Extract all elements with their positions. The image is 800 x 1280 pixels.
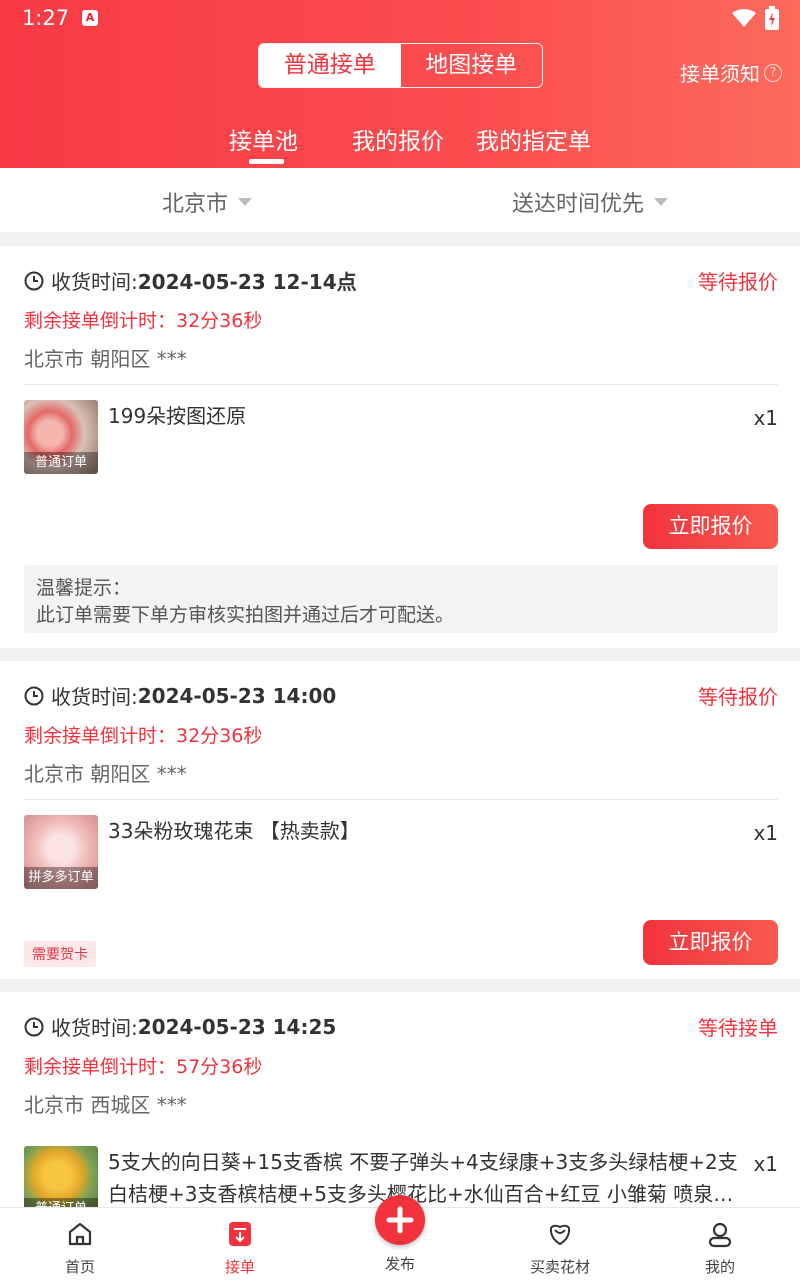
order-notice-link[interactable]: 接单须知 ? <box>680 58 782 87</box>
nav-item-home[interactable]: 首页 <box>20 1208 140 1280</box>
product-quantity: x1 <box>753 1152 778 1176</box>
product-quantity: x1 <box>753 406 778 430</box>
clock-icon <box>24 271 44 290</box>
warm-tip: 温馨提示： 此订单需要下单方审核实拍图并通过后才可配送。 <box>24 565 778 633</box>
caret-down-icon <box>238 198 253 206</box>
nav-label-publish: 发布 <box>384 1255 415 1273</box>
flower-icon <box>549 1224 571 1246</box>
active-tab-indicator <box>249 159 284 164</box>
plus-icon <box>386 1206 414 1234</box>
quote-now-button[interactable]: 立即报价 <box>643 504 778 549</box>
greeting-card-badge: 需要贺卡 <box>24 941 96 967</box>
nav-label-home: 首页 <box>64 1258 95 1276</box>
order-type-label: 普通订单 <box>24 452 98 474</box>
delivery-time-label: 收货时间: <box>51 1016 138 1040</box>
product-quantity: x1 <box>753 821 778 845</box>
tab-order-pool[interactable]: 接单池 <box>229 122 298 156</box>
nav-item-orders[interactable]: 接单 <box>180 1208 300 1280</box>
countdown-text: 剩余接单倒计时：32分36秒 <box>24 725 263 747</box>
order-card[interactable]: 收货时间: 2024-05-23 12-14点 等待报价 剩余接单倒计时：32分… <box>0 246 800 648</box>
delivery-time-value: 2024-05-23 14:00 <box>137 683 337 708</box>
quote-now-button[interactable]: 立即报价 <box>643 920 778 965</box>
nav-label-flower-market: 买卖花材 <box>529 1258 590 1276</box>
order-tabs: 接单池 我的报价 我的指定单 <box>0 118 800 168</box>
tab-my-assigned[interactable]: 我的指定单 <box>476 122 591 156</box>
status-time: 1:27 <box>22 6 70 30</box>
order-card[interactable]: 收货时间: 2024-05-23 14:00 等待报价 剩余接单倒计时：32分3… <box>0 661 800 979</box>
order-status: 等待报价 <box>698 270 778 294</box>
product-thumbnail[interactable]: 普通订单 <box>24 1146 98 1207</box>
delivery-address: 北京市 朝阳区 *** <box>24 347 187 371</box>
sort-filter-label: 送达时间优先 <box>512 192 645 217</box>
delivery-address: 北京市 朝阳区 *** <box>24 762 187 786</box>
order-status: 等待报价 <box>698 685 778 709</box>
nav-label-mine: 我的 <box>704 1258 735 1276</box>
order-icon <box>229 1222 251 1246</box>
delivery-time: 收货时间: 2024-05-23 12-14点 <box>24 266 357 295</box>
header: 1:27 A 普通接单 地图接单 接单须知 ? 接单池 我的报价 我的指定单 <box>0 0 800 168</box>
delivery-address: 北京市 西城区 *** <box>24 1093 187 1117</box>
wifi-icon <box>732 9 756 27</box>
tab-my-quotes[interactable]: 我的报价 <box>352 122 444 156</box>
segment-map-orders[interactable]: 地图接单 <box>401 44 543 87</box>
help-icon: ? <box>764 63 782 82</box>
delivery-time: 收货时间: 2024-05-23 14:00 <box>24 681 336 710</box>
city-filter-label: 北京市 <box>162 192 229 217</box>
home-icon <box>68 1222 92 1246</box>
countdown-text: 剩余接单倒计时：32分36秒 <box>24 310 263 332</box>
divider <box>24 799 778 800</box>
order-card[interactable]: 收货时间: 2024-05-23 14:25 等待接单 剩余接单倒计时：57分3… <box>0 992 800 1207</box>
status-bar: 1:27 A <box>0 0 800 36</box>
city-filter-dropdown[interactable]: 北京市 <box>162 186 253 218</box>
caret-down-icon <box>654 198 669 206</box>
tip-body: 此订单需要下单方审核实拍图并通过后才可配送。 <box>36 604 455 626</box>
delivery-time-value: 2024-05-23 12-14点 <box>137 270 357 294</box>
clock-icon <box>24 686 44 705</box>
divider <box>24 384 778 385</box>
mode-segmented-control: 普通接单 地图接单 <box>258 43 543 88</box>
tip-title: 温馨提示： <box>36 577 132 599</box>
delivery-time: 收货时间: 2024-05-23 14:25 <box>24 1012 336 1041</box>
nav-item-mine[interactable]: 我的 <box>660 1208 780 1280</box>
user-icon <box>708 1222 732 1248</box>
sort-filter-dropdown[interactable]: 送达时间优先 <box>512 186 669 218</box>
order-type-label: 普通订单 <box>24 1198 98 1207</box>
app-notification-icon: A <box>82 10 98 26</box>
segment-normal-orders[interactable]: 普通接单 <box>259 44 401 87</box>
filter-bar: 北京市 送达时间优先 <box>0 168 800 232</box>
nav-label-orders: 接单 <box>224 1258 255 1276</box>
product-thumbnail[interactable]: 拼多多订单 <box>24 815 98 889</box>
product-name: 199朵按图还原 <box>108 404 247 428</box>
product-thumbnail[interactable]: 普通订单 <box>24 400 98 474</box>
product-name: 5支大的向日葵+15支香槟 不要子弹头+4支绿康+3支多头绿桔梗+2支白桔梗+3… <box>108 1150 738 1206</box>
clock-icon <box>24 1017 44 1036</box>
publish-button[interactable] <box>375 1195 425 1245</box>
nav-item-flower-market[interactable]: 买卖花材 <box>500 1208 620 1280</box>
product-name: 33朵粉玫瑰花束 【热卖款】 <box>108 819 360 843</box>
delivery-time-value: 2024-05-23 14:25 <box>137 1014 337 1039</box>
delivery-time-label: 收货时间: <box>51 270 138 294</box>
countdown-text: 剩余接单倒计时：57分36秒 <box>24 1056 263 1078</box>
delivery-time-label: 收货时间: <box>51 685 138 709</box>
order-notice-label: 接单须知 <box>680 62 760 86</box>
order-type-label: 拼多多订单 <box>24 867 98 889</box>
battery-icon <box>765 6 779 30</box>
order-status: 等待接单 <box>698 1016 778 1040</box>
